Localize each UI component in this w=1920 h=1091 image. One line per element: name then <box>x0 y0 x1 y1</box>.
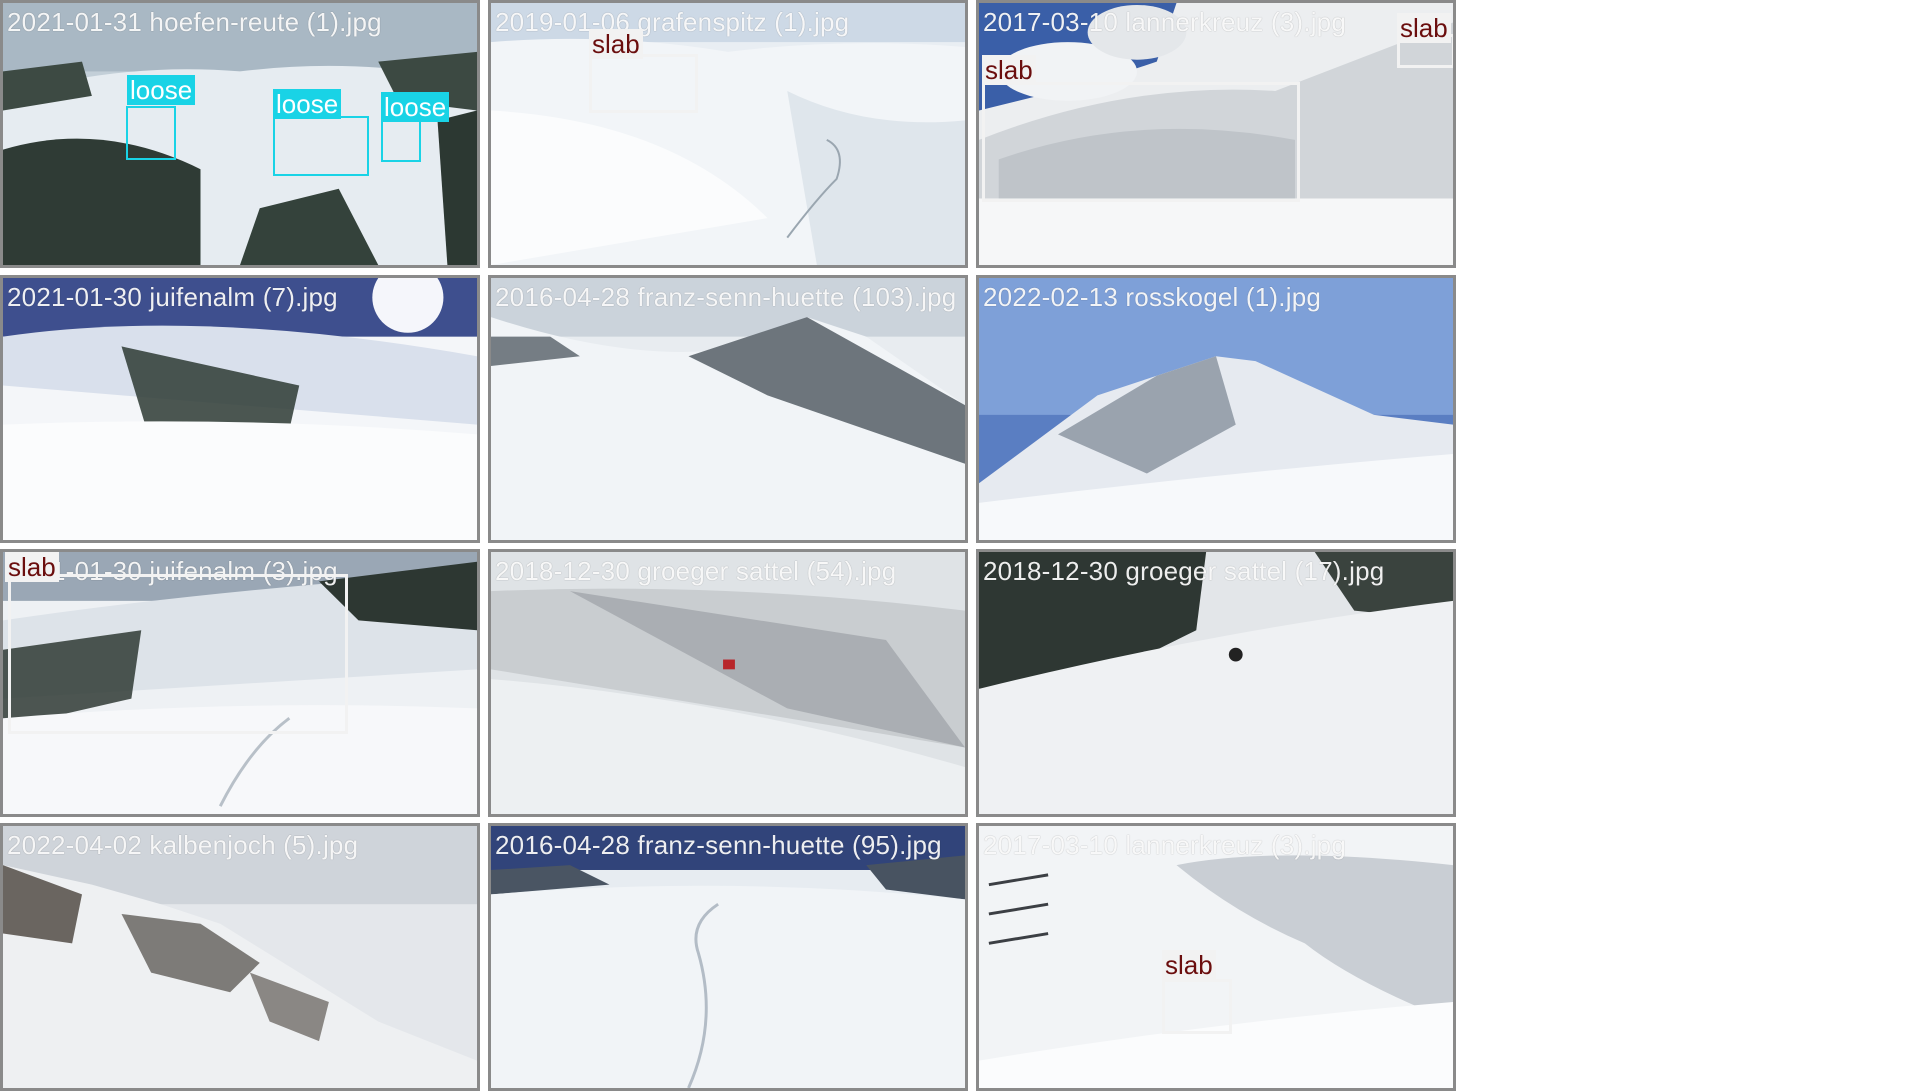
detection-box-loose <box>126 106 176 160</box>
filename-label: 2017-03-10 lannerkreuz (3).jpg <box>983 7 1346 37</box>
photo-groeger-17 <box>979 552 1453 814</box>
image-tile[interactable]: 2021-01-31 hoefen-reute (1).jpg loose lo… <box>0 0 480 268</box>
image-tile[interactable]: 2016-04-28 franz-senn-huette (95).jpg <box>488 823 968 1091</box>
image-tile[interactable]: 2018-12-30 groeger sattel (54).jpg <box>488 549 968 817</box>
detection-tag: slab <box>589 29 643 59</box>
image-grid: 2021-01-31 hoefen-reute (1).jpg loose lo… <box>0 0 1460 1091</box>
filename-label: 2019-01-06 grafenspitz (1).jpg <box>495 7 850 37</box>
detection-tag: slab <box>1162 950 1216 980</box>
detection-box-loose <box>381 120 421 162</box>
image-tile[interactable]: 2016-04-28 franz-senn-huette (103).jpg <box>488 275 968 543</box>
filename-label: 2017-03-10 lannerkreuz (3).jpg <box>983 830 1346 860</box>
photo-rosskogel <box>979 278 1453 540</box>
filename-label: 2018-12-30 groeger sattel (54).jpg <box>495 556 897 586</box>
detection-box-slab <box>589 54 698 113</box>
detection-tag: slab <box>5 552 59 582</box>
filename-label: 2022-02-13 rosskogel (1).jpg <box>983 282 1322 312</box>
detection-tag: slab <box>1397 13 1451 43</box>
detection-box-slab <box>1162 979 1232 1034</box>
filename-label: 2016-04-28 franz-senn-huette (95).jpg <box>495 830 942 860</box>
image-tile[interactable]: 2019-01-06 grafenspitz (1).jpg slab <box>488 0 968 268</box>
photo-franz-senn-95 <box>491 826 965 1088</box>
detection-box-slab <box>8 574 348 734</box>
photo-lannerkreuz-2 <box>979 826 1453 1088</box>
detection-box-loose <box>273 116 369 176</box>
photo-groeger-54 <box>491 552 965 814</box>
image-tile[interactable]: 2021-01-30 juifenalm (3).jpg slab <box>0 549 480 817</box>
detection-box-slab <box>982 82 1300 202</box>
detection-tag: slab <box>982 55 1036 85</box>
detection-tag: loose <box>273 89 342 119</box>
photo-franz-senn-103 <box>491 278 965 540</box>
photo-grafenspitz <box>491 3 965 265</box>
image-tile[interactable]: 2017-03-10 lannerkreuz (3).jpg slab slab <box>976 0 1456 268</box>
image-tile[interactable]: 2022-04-02 kalbenjoch (5).jpg <box>0 823 480 1091</box>
detection-tag: loose <box>381 92 450 122</box>
filename-label: 2018-12-30 groeger sattel (17).jpg <box>983 556 1385 586</box>
photo-juifenalm-7 <box>3 278 477 540</box>
detection-tag: loose <box>127 75 196 105</box>
filename-label: 2021-01-30 juifenalm (7).jpg <box>7 282 338 312</box>
image-tile[interactable]: 2021-01-30 juifenalm (7).jpg <box>0 275 480 543</box>
photo-kalbenjoch <box>3 826 477 1088</box>
filename-label: 2021-01-31 hoefen-reute (1).jpg <box>7 7 382 37</box>
image-tile[interactable]: 2018-12-30 groeger sattel (17).jpg <box>976 549 1456 817</box>
image-tile[interactable]: 2017-03-10 lannerkreuz (3).jpg slab <box>976 823 1456 1091</box>
filename-label: 2022-04-02 kalbenjoch (5).jpg <box>7 830 359 860</box>
image-tile[interactable]: 2022-02-13 rosskogel (1).jpg <box>976 275 1456 543</box>
filename-label: 2016-04-28 franz-senn-huette (103).jpg <box>495 282 957 312</box>
